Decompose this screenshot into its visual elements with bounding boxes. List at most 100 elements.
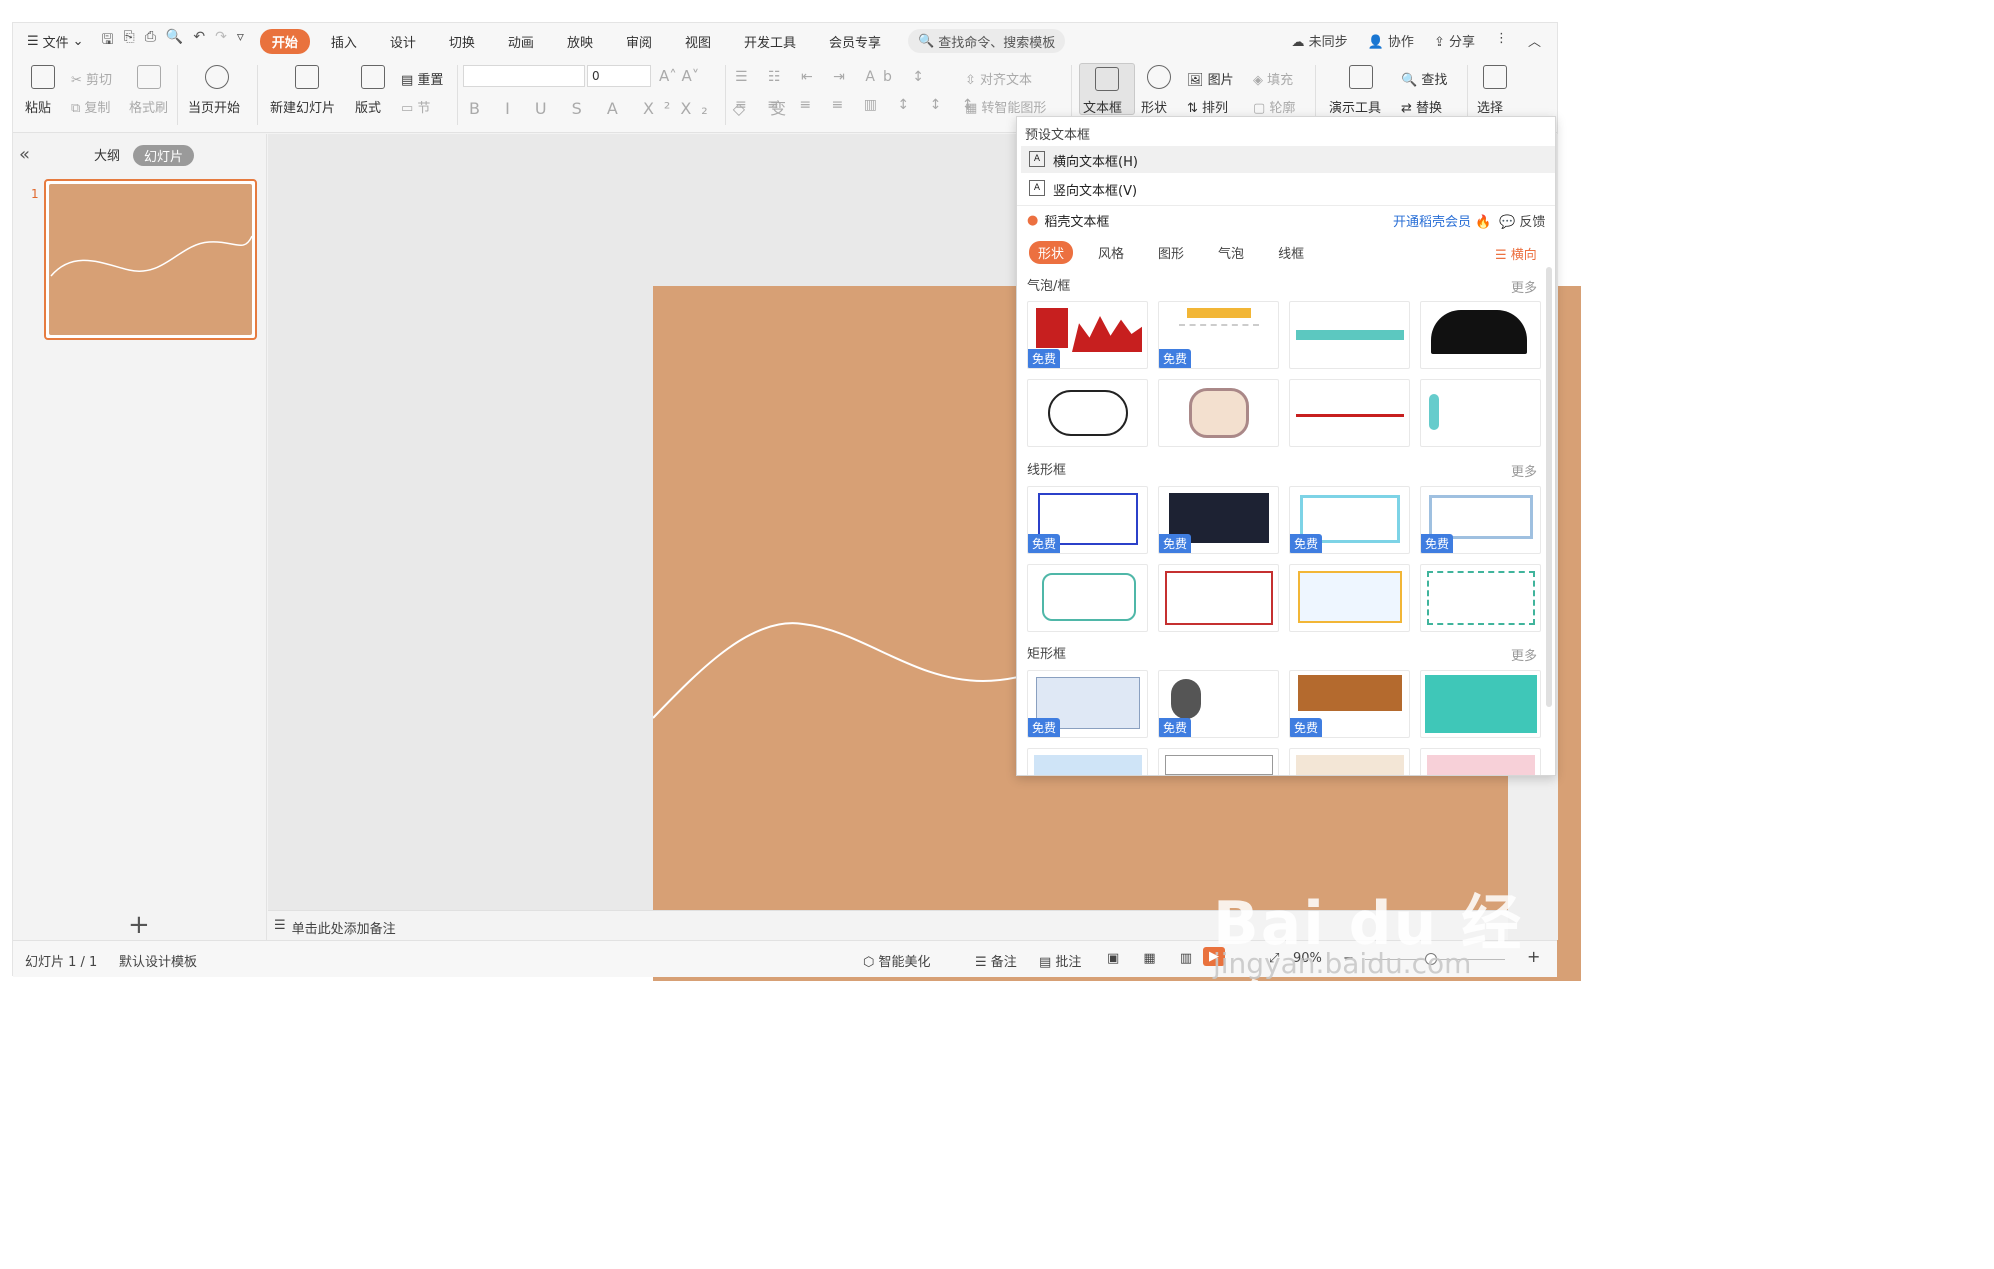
font-size-buttons[interactable]: A˄ A˅	[659, 67, 699, 85]
template-card[interactable]	[1420, 564, 1541, 632]
layout-icon[interactable]	[361, 65, 385, 89]
template-card[interactable]	[1420, 379, 1541, 447]
customize-icon[interactable]: ▿	[237, 29, 244, 53]
paragraph-align-buttons[interactable]: ≡ ≡ ≡ ≡ ▥ ↕ ↕ ↕	[735, 97, 982, 113]
template-card[interactable]	[1289, 379, 1410, 447]
replace-button[interactable]: ⇄ 替换	[1401, 97, 1442, 116]
template-card[interactable]	[1420, 301, 1541, 369]
template-card[interactable]: 免费	[1027, 670, 1148, 738]
template-card[interactable]	[1289, 301, 1410, 369]
vertical-textbox-item[interactable]: A 竖向文本框(V)	[1021, 175, 1555, 202]
select-icon[interactable]	[1483, 65, 1507, 89]
presenter-tools-icon[interactable]	[1349, 65, 1373, 89]
section-button[interactable]: ▭ 节	[401, 97, 430, 116]
template-card[interactable]	[1420, 748, 1541, 775]
template-card[interactable]: 免费	[1158, 486, 1279, 554]
template-card[interactable]: 免费	[1289, 670, 1410, 738]
cut-button[interactable]: ✂ 剪切	[71, 69, 112, 88]
template-card[interactable]: 免费	[1158, 301, 1279, 369]
template-card[interactable]	[1158, 379, 1279, 447]
slide-thumbnail[interactable]	[44, 179, 257, 340]
template-card[interactable]	[1027, 748, 1148, 775]
command-search[interactable]: 🔍 查找命令、搜索模板	[908, 29, 1066, 53]
collapse-ribbon-icon[interactable]: ︿	[1528, 31, 1541, 50]
tab-outline[interactable]: 大纲	[94, 145, 120, 164]
category-wireframe[interactable]: 线框	[1269, 241, 1313, 264]
template-card[interactable]	[1027, 564, 1148, 632]
collapse-panel-icon[interactable]: «	[19, 144, 30, 165]
more-link[interactable]: 更多	[1511, 461, 1537, 480]
copy-button[interactable]: ⧉ 复制	[71, 97, 110, 116]
print-preview-icon[interactable]: 🔍	[166, 29, 183, 53]
category-graphic[interactable]: 图形	[1149, 241, 1193, 264]
new-slide-icon[interactable]	[295, 65, 319, 89]
more-link[interactable]: 更多	[1511, 645, 1537, 664]
tab-design[interactable]: 设计	[378, 29, 428, 54]
more-icon[interactable]: ⋮	[1495, 31, 1508, 50]
textbox-button[interactable]: 文本框	[1083, 97, 1122, 116]
template-card[interactable]: 免费	[1027, 486, 1148, 554]
find-button[interactable]: 🔍 查找	[1401, 69, 1447, 88]
new-slide-button[interactable]: 新建幻灯片	[270, 97, 335, 116]
export-pdf-icon[interactable]: ⎘	[124, 29, 135, 53]
tab-slideshow[interactable]: 放映	[555, 29, 605, 54]
sync-status[interactable]: ☁ 未同步	[1291, 31, 1347, 50]
category-style[interactable]: 风格	[1089, 241, 1133, 264]
play-current-button[interactable]: 当页开始	[188, 97, 240, 116]
presenter-tools-button[interactable]: 演示工具	[1329, 97, 1381, 116]
feedback-link[interactable]: 💬 反馈	[1499, 211, 1545, 230]
template-name[interactable]: 默认设计模板	[119, 951, 197, 970]
print-icon[interactable]: ⎙	[145, 29, 156, 53]
template-card[interactable]: 免费	[1027, 301, 1148, 369]
tab-home[interactable]: 开始	[259, 28, 310, 54]
share-button[interactable]: ⇪ 分享	[1434, 31, 1475, 50]
template-card[interactable]: 免费	[1289, 486, 1410, 554]
shape-icon[interactable]	[1147, 65, 1171, 89]
template-card[interactable]	[1158, 564, 1279, 632]
outline-button[interactable]: ▢ 轮廓	[1253, 97, 1295, 116]
fill-button[interactable]: ◈ 填充	[1253, 69, 1293, 88]
tab-developer[interactable]: 开发工具	[732, 29, 808, 54]
image-button[interactable]: 🖼 图片	[1187, 69, 1234, 88]
template-card[interactable]	[1027, 379, 1148, 447]
font-size-input[interactable]: 0	[587, 65, 651, 87]
orientation-toggle[interactable]: ☰ 横向	[1495, 244, 1537, 263]
list-buttons[interactable]: ☰ ☷ ⇤ ⇥ Ab ↕	[735, 69, 932, 85]
vip-link[interactable]: 开通稻壳会员 🔥	[1393, 211, 1491, 230]
template-card[interactable]	[1289, 564, 1410, 632]
play-icon[interactable]	[205, 65, 229, 89]
paste-icon[interactable]	[31, 65, 55, 89]
tab-view[interactable]: 视图	[673, 29, 723, 54]
format-painter-button[interactable]: 格式刷	[129, 97, 168, 116]
collaborate-button[interactable]: 👤 协作	[1368, 31, 1414, 50]
template-card[interactable]	[1158, 748, 1279, 775]
tab-transitions[interactable]: 切换	[437, 29, 487, 54]
undo-icon[interactable]: ↶	[193, 29, 205, 53]
tab-slides[interactable]: 幻灯片	[133, 145, 195, 166]
add-slide-button[interactable]: +	[128, 910, 150, 940]
reset-button[interactable]: ▤ 重置	[401, 69, 443, 88]
template-card[interactable]	[1420, 670, 1541, 738]
align-text-button[interactable]: ⇳ 对齐文本	[965, 69, 1032, 88]
arrange-button[interactable]: ⇅ 排列	[1187, 97, 1228, 116]
tab-insert[interactable]: 插入	[319, 29, 369, 54]
font-name-input[interactable]	[463, 65, 585, 87]
layout-button[interactable]: 版式	[355, 97, 381, 116]
horizontal-textbox-item[interactable]: A 横向文本框(H)	[1021, 146, 1555, 173]
paste-button[interactable]: 粘贴	[25, 97, 51, 116]
comments-button[interactable]: ▤ 批注	[1039, 951, 1081, 970]
save-icon[interactable]: 🖫	[102, 29, 114, 53]
tab-member[interactable]: 会员专享	[817, 29, 893, 54]
smart-beautify-button[interactable]: ⬡ 智能美化	[863, 951, 931, 970]
tab-animations[interactable]: 动画	[496, 29, 546, 54]
template-card[interactable]	[1289, 748, 1410, 775]
tab-review[interactable]: 审阅	[614, 29, 664, 54]
dropdown-scrollbar[interactable]	[1546, 267, 1552, 707]
more-link[interactable]: 更多	[1511, 277, 1537, 296]
select-button[interactable]: 选择	[1477, 97, 1503, 116]
template-card[interactable]: 免费	[1158, 670, 1279, 738]
smart-shape-button[interactable]: ▦ 转智能图形	[965, 97, 1046, 116]
category-bubble[interactable]: 气泡	[1209, 241, 1253, 264]
view-mode-buttons[interactable]: ▣ ▦ ▥	[1107, 951, 1202, 966]
file-menu[interactable]: ☰ 文件 ⌄	[27, 32, 84, 51]
